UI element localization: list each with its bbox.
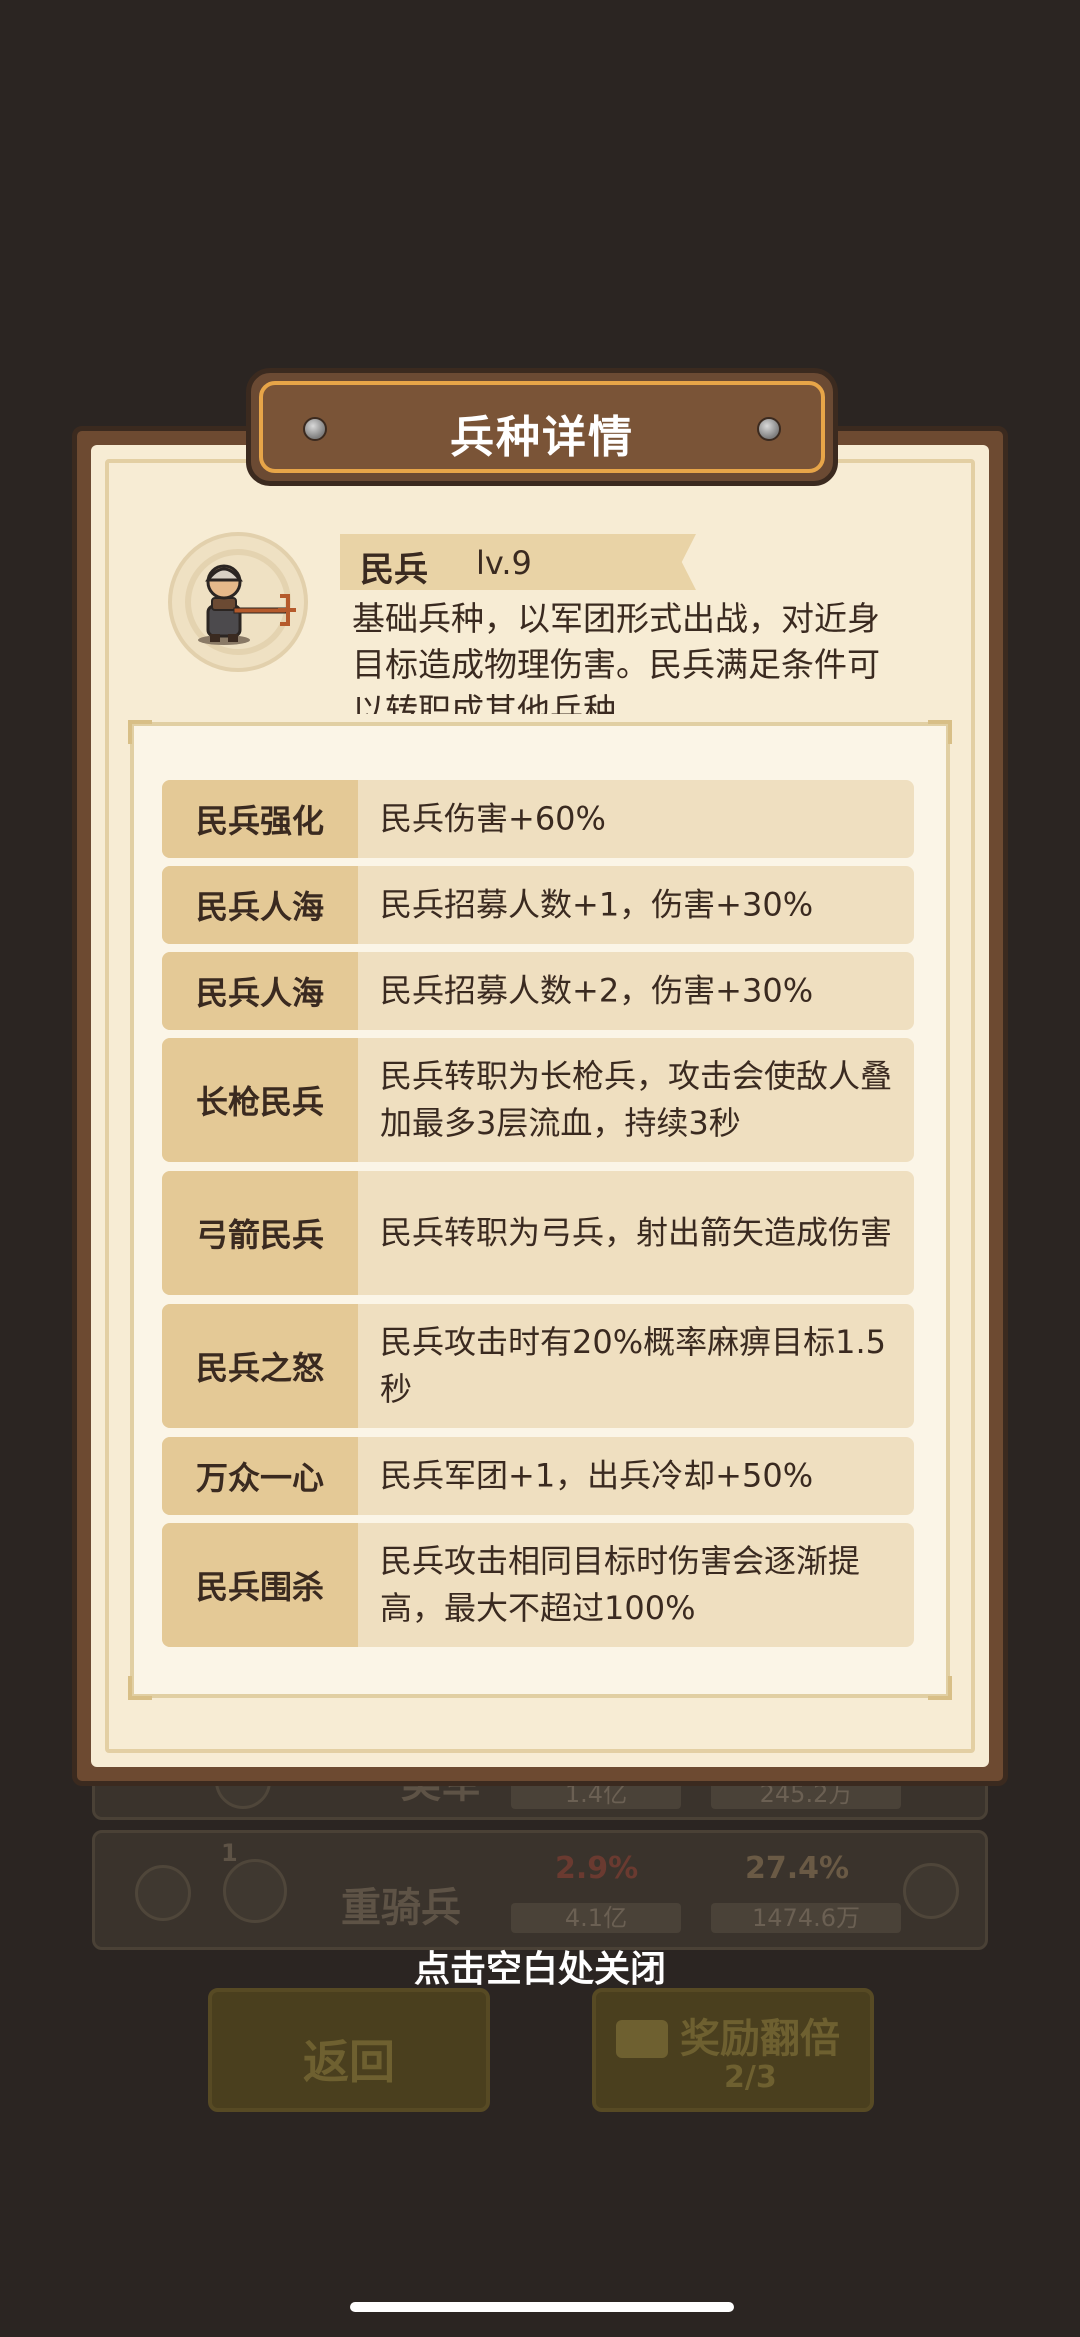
upgrade-effect: 民兵攻击时有20%概率麻痹目标1.5秒 <box>380 1323 887 1408</box>
background-badge: 1 <box>221 1839 238 1867</box>
militia-icon <box>185 549 296 655</box>
double-reward-button[interactable]: 奖励翻倍 2/3 <box>592 1988 874 2112</box>
background-cloud-icon <box>135 1865 191 1921</box>
unit-portrait <box>168 532 308 672</box>
panel-corner-ornament <box>928 1676 952 1700</box>
upgrade-name: 民兵人海 <box>162 866 358 944</box>
upgrade-name: 民兵围杀 <box>162 1523 358 1647</box>
panel-corner-ornament <box>128 1676 152 1700</box>
upgrade-row: 弓箭民兵 民兵转职为弓兵，射出箭矢造成伤害 <box>162 1171 914 1295</box>
upgrade-effect: 民兵招募人数+2，伤害+30% <box>380 971 814 1010</box>
panel-corner-ornament <box>928 720 952 744</box>
upgrade-name: 民兵之怒 <box>162 1304 358 1428</box>
unit-level: lv.9 <box>476 544 532 582</box>
dialog-title-plate: 兵种详情 <box>246 368 838 486</box>
upgrade-row: 民兵之怒 民兵攻击时有20%概率麻痹目标1.5秒 <box>162 1304 914 1428</box>
upgrade-effect: 民兵军团+1，出兵冷却+50% <box>380 1456 814 1495</box>
upgrade-effect: 民兵招募人数+1，伤害+30% <box>380 885 814 924</box>
upgrade-row: 民兵人海 民兵招募人数+1，伤害+30% <box>162 866 914 944</box>
dialog-title: 兵种详情 <box>450 412 634 463</box>
background-unit-icon <box>223 1859 287 1923</box>
unit-name: 民兵 <box>360 550 428 590</box>
upgrade-effect: 民兵转职为长枪兵，攻击会使敌人叠加最多3层流血，持续3秒 <box>380 1057 893 1142</box>
upgrade-effect: 民兵转职为弓兵，射出箭矢造成伤害 <box>380 1213 893 1252</box>
upgrade-name: 民兵强化 <box>162 780 358 858</box>
background-stat-bar: 4.1亿 <box>511 1903 681 1933</box>
upgrade-row: 民兵人海 民兵招募人数+2，伤害+30% <box>162 952 914 1030</box>
home-indicator[interactable] <box>350 2302 734 2312</box>
double-reward-label: 奖励翻倍 <box>680 2016 840 2062</box>
upgrade-name: 民兵人海 <box>162 952 358 1030</box>
close-hint[interactable]: 点击空白处关闭 <box>0 1940 1080 1992</box>
upgrade-name: 弓箭民兵 <box>162 1171 358 1295</box>
upgrade-effect: 民兵伤害+60% <box>380 799 606 838</box>
background-unit-name: 重骑兵 <box>341 1885 461 1931</box>
background-help-icon <box>903 1863 959 1919</box>
video-icon <box>616 2020 668 2058</box>
upgrade-row: 长枪民兵 民兵转职为长枪兵，攻击会使敌人叠加最多3层流血，持续3秒 <box>162 1038 914 1162</box>
unit-description: 基础兵种，以军团形式出战，对近身目标造成物理伤害。民兵满足条件可以转职成其他兵种… <box>352 599 880 714</box>
upgrade-row: 万众一心 民兵军团+1，出兵冷却+50% <box>162 1437 914 1515</box>
double-reward-count: 2/3 <box>724 2060 777 2095</box>
background-stat-bar: 1474.6万 <box>711 1903 901 1933</box>
back-button[interactable]: 返回 <box>208 1988 490 2112</box>
upgrade-name: 万众一心 <box>162 1437 358 1515</box>
background-defense-pct: 27.4% <box>745 1851 850 1886</box>
upgrade-effect: 民兵攻击相同目标时伤害会逐渐提高，最大不超过100% <box>380 1542 861 1627</box>
upgrade-row: 民兵围杀 民兵攻击相同目标时伤害会逐渐提高，最大不超过100% <box>162 1523 914 1647</box>
unit-name-banner: 民兵 lv.9 <box>340 534 696 590</box>
back-button-label: 返回 <box>303 2035 395 2089</box>
background-attack-pct: 2.9% <box>555 1851 639 1886</box>
background-unit-row: 1 重骑兵 2.9% 27.4% 4.1亿 1474.6万 <box>92 1830 988 1950</box>
upgrade-row: 民兵强化 民兵伤害+60% <box>162 780 914 858</box>
upgrade-name: 长枪民兵 <box>162 1038 358 1162</box>
panel-corner-ornament <box>128 720 152 744</box>
